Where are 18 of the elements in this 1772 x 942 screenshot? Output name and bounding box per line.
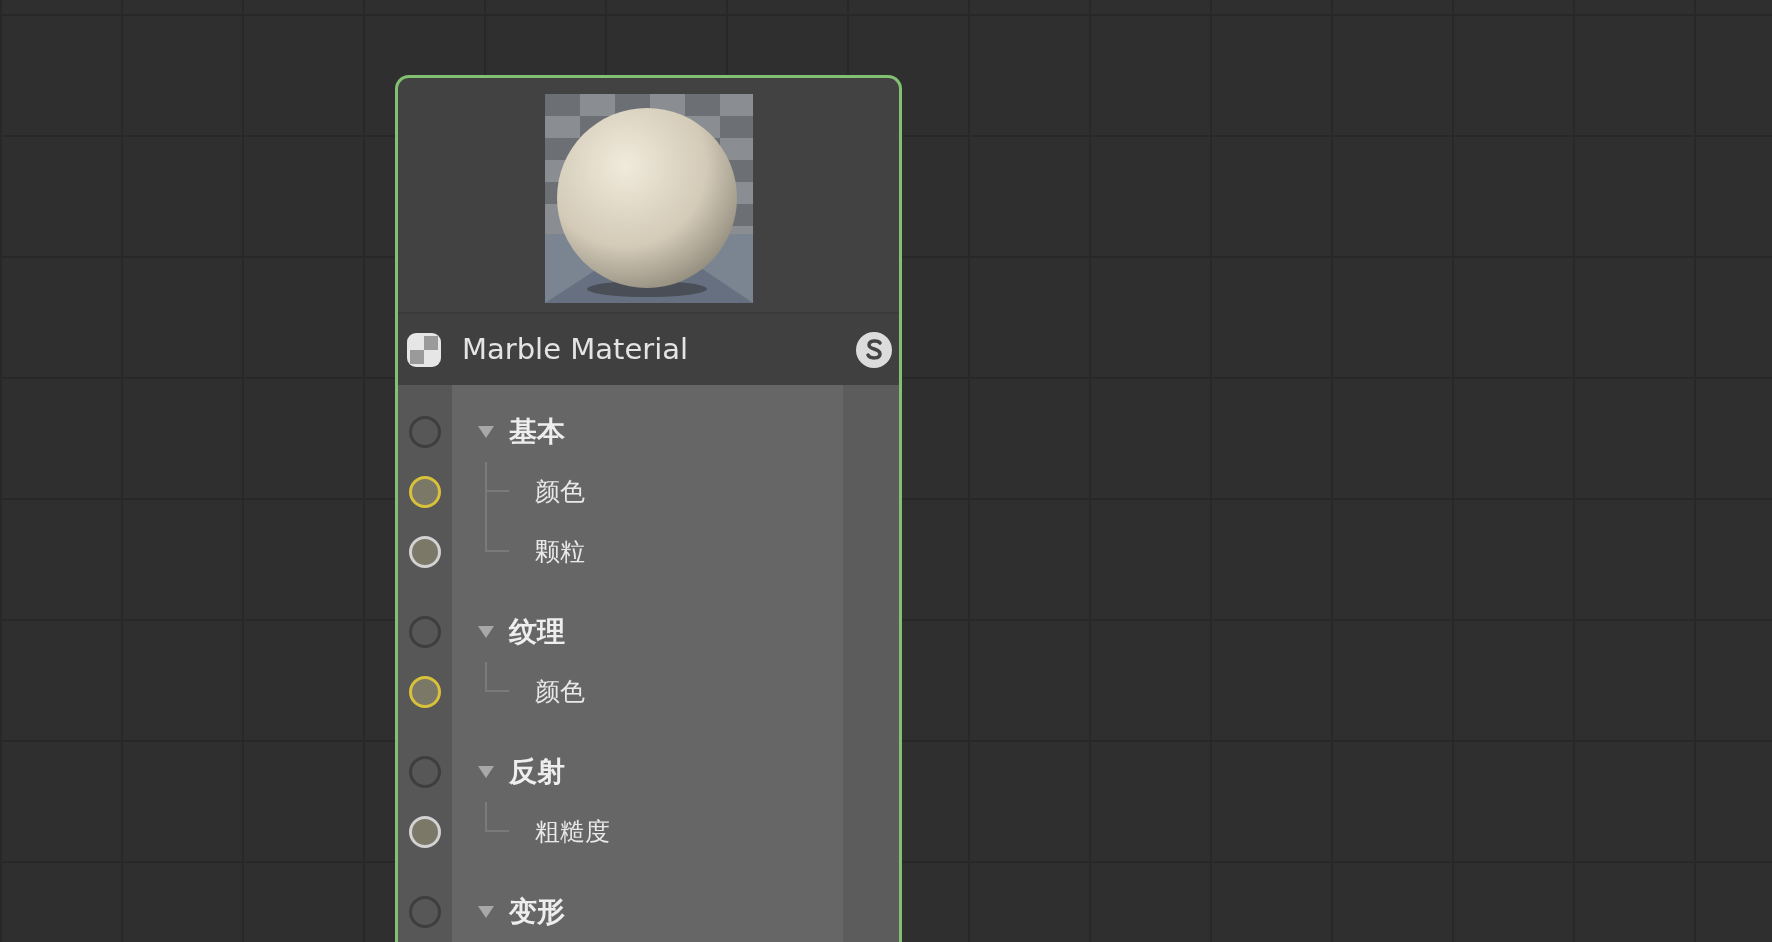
parameter-label: 颜色 — [535, 478, 585, 506]
checker-icon — [406, 331, 442, 368]
group-label: 基本 — [509, 416, 565, 448]
solo-icon[interactable] — [855, 330, 893, 369]
port-icon[interactable] — [408, 475, 442, 509]
group-label: 变形 — [509, 896, 565, 928]
expand-arrow-icon[interactable] — [477, 425, 495, 439]
parameter-label: 颜色 — [535, 678, 585, 706]
node-title: Marble Material — [462, 330, 690, 368]
expand-arrow-icon[interactable] — [477, 765, 495, 779]
group-label: 纹理 — [509, 616, 565, 648]
expand-arrow-icon[interactable] — [477, 625, 495, 639]
parameter-label: 颗粒 — [535, 538, 585, 566]
parameter-label: 粗糙度 — [535, 818, 610, 846]
material-node[interactable]: Marble Material 基本 颜色 颗粒 纹理 颜色 反射 粗糙度 变形 — [395, 75, 902, 942]
expand-arrow-icon[interactable] — [477, 905, 495, 919]
port-icon[interactable] — [408, 675, 442, 709]
group-label: 反射 — [509, 756, 565, 788]
